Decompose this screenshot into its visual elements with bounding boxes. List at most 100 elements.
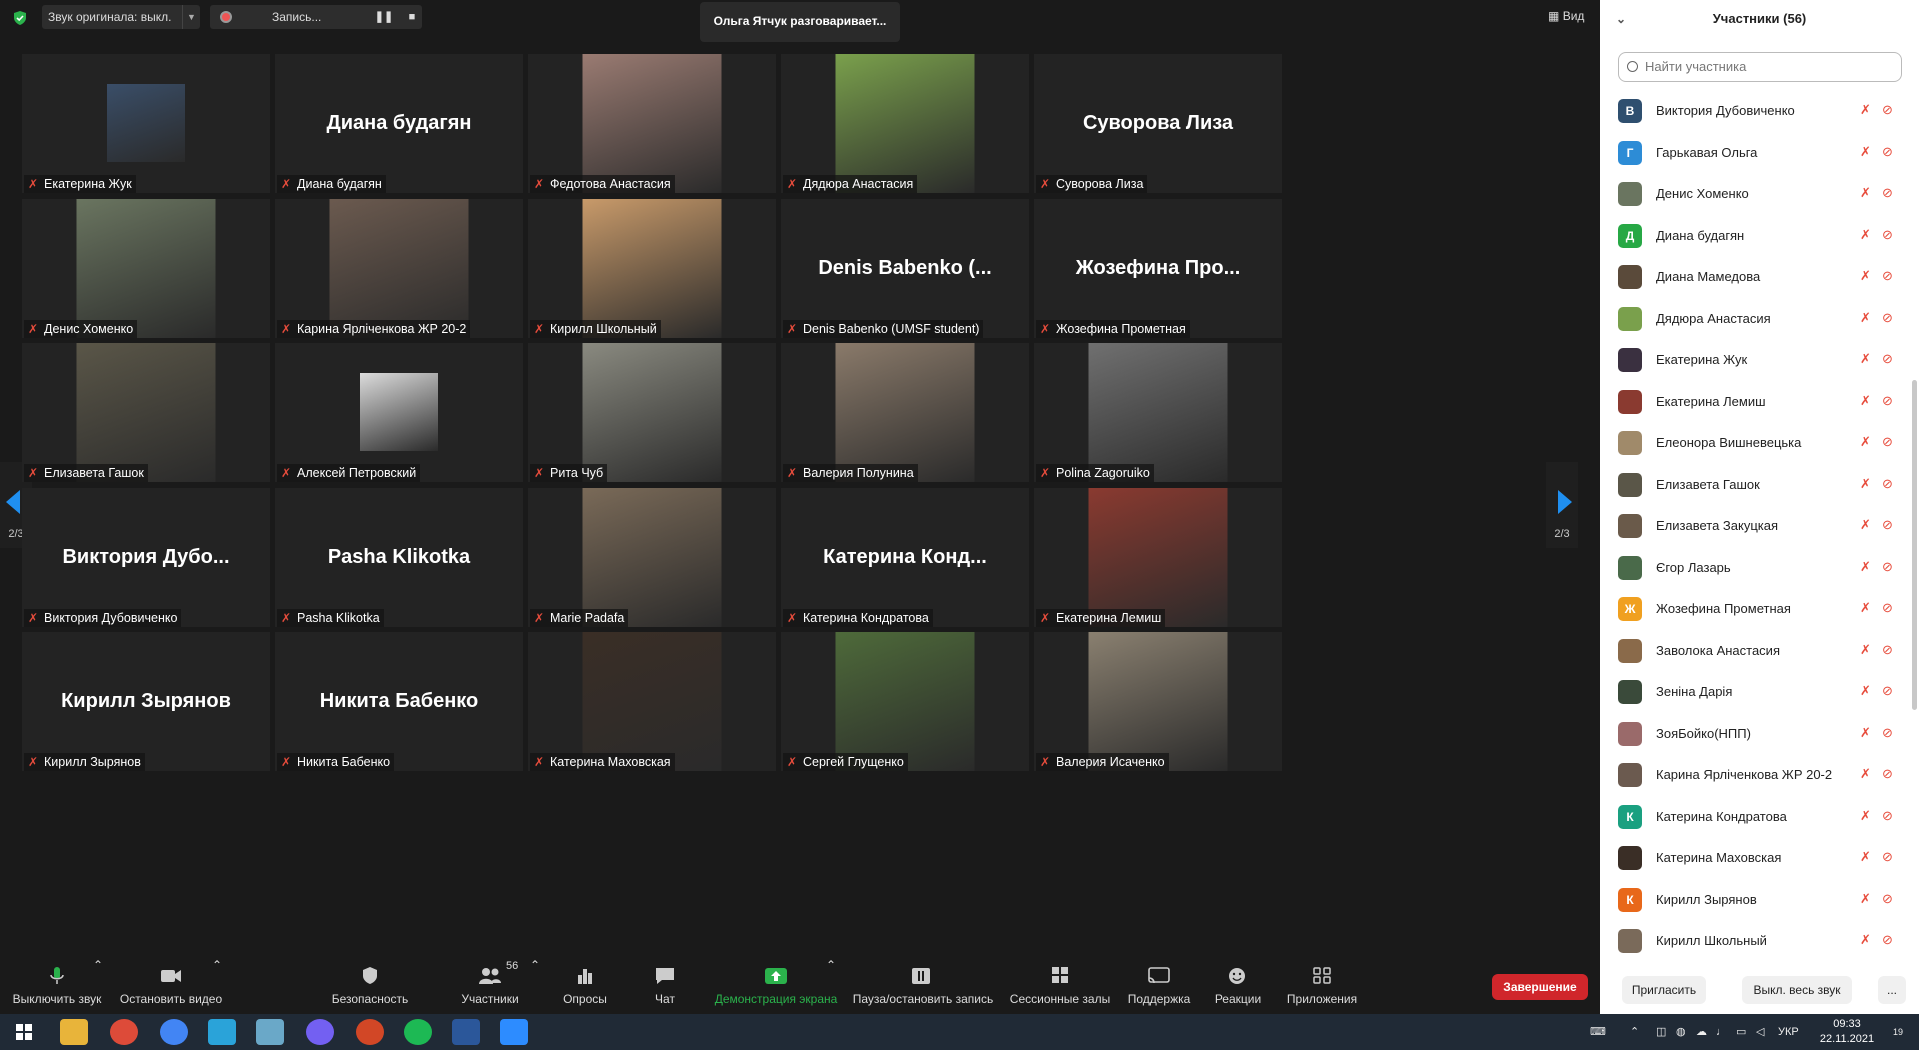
video-tile[interactable]: ✗ Карина Ярліченкова ЖР 20-2 (275, 199, 523, 338)
participant-list-scrollbar[interactable] (1912, 380, 1917, 710)
participant-list-item[interactable]: Дядюра Анастасия ✗ ⊘ (1600, 298, 1919, 339)
tray-app-icon[interactable]: ◫ (1656, 1014, 1670, 1050)
chevron-down-icon[interactable]: ⌄ (1616, 0, 1626, 38)
breakout-rooms-button[interactable]: Сессионные залы (1005, 958, 1115, 1010)
powerpoint-icon[interactable] (356, 1019, 384, 1045)
reactions-button[interactable]: Реакции (1208, 958, 1268, 1010)
video-tile[interactable]: Виктория Дубо... ✗ Виктория Дубовиченко (22, 488, 270, 627)
spotify-icon[interactable] (404, 1019, 432, 1045)
participant-search-input[interactable]: Найти участника (1618, 52, 1902, 82)
microphone-icon[interactable]: ♩ (1716, 1014, 1730, 1050)
video-tile[interactable]: ✗ Алексей Петровский (275, 343, 523, 482)
chevron-up-icon[interactable]: ⌃ (1630, 1014, 1644, 1050)
system-clock[interactable]: 09:33 22.11.2021 (1812, 1017, 1882, 1047)
video-tile[interactable]: Диана будагян ✗ Диана будагян (275, 54, 523, 193)
chevron-up-icon[interactable]: ⌃ (212, 958, 222, 1010)
participant-list-item[interactable]: В Виктория Дубовиченко ✗ ⊘ (1600, 90, 1919, 131)
file-explorer-icon[interactable] (60, 1019, 88, 1045)
participant-list-item[interactable]: Д Диана будагян ✗ ⊘ (1600, 215, 1919, 256)
keyboard-icon[interactable]: ⌨ (1590, 1014, 1610, 1050)
participant-list-item[interactable]: К Кирилл Зырянов ✗ ⊘ (1600, 879, 1919, 920)
participant-list-item[interactable]: Заволока Анастасия ✗ ⊘ (1600, 630, 1919, 671)
video-tile[interactable]: Pasha Klikotka ✗ Pasha Klikotka (275, 488, 523, 627)
video-tile[interactable]: ✗ Катерина Маховская (528, 632, 776, 771)
headset-icon[interactable]: ◍ (1676, 1014, 1690, 1050)
apps-button[interactable]: Приложения (1282, 958, 1362, 1010)
video-tile[interactable]: Суворова Лиза ✗ Суворова Лиза (1034, 54, 1282, 193)
telegram-icon[interactable] (208, 1019, 236, 1045)
participant-list-item[interactable]: ЗояБойко(НПП) ✗ ⊘ (1600, 713, 1919, 754)
video-tile[interactable]: ✗ Екатерина Жук (22, 54, 270, 193)
video-tile[interactable]: Жозефина Про... ✗ Жозефина Прометная (1034, 199, 1282, 338)
chevron-up-icon[interactable]: ⌃ (93, 958, 103, 1010)
participant-list-item[interactable]: Катерина Маховская ✗ ⊘ (1600, 837, 1919, 878)
video-tile[interactable]: ✗ Денис Хоменко (22, 199, 270, 338)
participants-button[interactable]: 56 Участники (440, 958, 540, 1010)
end-meeting-button[interactable]: Завершение (1492, 974, 1588, 1000)
security-button[interactable]: Безопасность (320, 958, 420, 1010)
video-tile[interactable]: ✗ Marie Padafa (528, 488, 776, 627)
video-tile[interactable]: Никита Бабенко ✗ Никита Бабенко (275, 632, 523, 771)
video-tile[interactable]: ✗ Валерия Полунина (781, 343, 1029, 482)
participant-list-item[interactable]: Елеонора Вишневецька ✗ ⊘ (1600, 422, 1919, 463)
chrome-icon[interactable] (110, 1019, 138, 1045)
participant-list-item[interactable]: Екатерина Жук ✗ ⊘ (1600, 339, 1919, 380)
battery-icon[interactable]: ▭ (1736, 1014, 1750, 1050)
pause-stop-recording-button[interactable]: Пауза/остановить запись (848, 958, 998, 1010)
windows-start-icon[interactable] (10, 1019, 38, 1045)
invite-button[interactable]: Пригласить (1622, 976, 1706, 1004)
video-tile[interactable]: ✗ Polina Zagoruiko (1034, 343, 1282, 482)
more-options-button[interactable]: ... (1878, 976, 1906, 1004)
participant-list[interactable]: В Виктория Дубовиченко ✗ ⊘ Г Гарькавая Ольга ✗… (1600, 90, 1919, 960)
participant-list-item[interactable]: К Катерина Кондратова ✗ ⊘ (1600, 796, 1919, 837)
video-tile[interactable]: Катерина Конд... ✗ Катерина Кондратова (781, 488, 1029, 627)
chevron-up-icon[interactable]: ⌃ (826, 958, 836, 1010)
notes-app-icon[interactable] (256, 1019, 284, 1045)
participant-list-item[interactable]: Г Гарькавая Ольга ✗ ⊘ (1600, 132, 1919, 173)
support-button[interactable]: Поддержка (1125, 958, 1193, 1010)
language-indicator[interactable]: УКР (1778, 1014, 1804, 1050)
participant-list-item[interactable]: Карина Ярліченкова ЖР 20-2 ✗ ⊘ (1600, 754, 1919, 795)
original-audio-toggle[interactable]: Звук оригинала: выкл. ▼ (42, 5, 200, 29)
viber-icon[interactable] (306, 1019, 334, 1045)
view-button[interactable]: ▦ Вид (1548, 9, 1584, 23)
word-icon[interactable] (452, 1019, 480, 1045)
participant-list-item[interactable]: Диана Мамедова ✗ ⊘ (1600, 256, 1919, 297)
muted-microphone-icon: ✗ (1040, 177, 1051, 191)
participant-list-item[interactable]: Кирилл Школьный ✗ ⊘ (1600, 920, 1919, 960)
chrome-icon[interactable] (160, 1019, 188, 1045)
chevron-down-icon[interactable]: ▼ (182, 5, 200, 29)
video-tile[interactable]: ✗ Кирилл Школьный (528, 199, 776, 338)
participant-list-item[interactable]: Екатерина Лемиш ✗ ⊘ (1600, 381, 1919, 422)
participant-list-item[interactable]: Елизавета Закуцкая ✗ ⊘ (1600, 505, 1919, 546)
video-tile[interactable]: Кирилл Зырянов ✗ Кирилл Зырянов (22, 632, 270, 771)
video-tile[interactable]: ✗ Екатерина Лемиш (1034, 488, 1282, 627)
cloud-icon[interactable]: ☁ (1696, 1014, 1710, 1050)
chat-button[interactable]: Чат (635, 958, 695, 1010)
stop-video-button[interactable]: Остановить видео (116, 958, 226, 1010)
video-tile[interactable]: ✗ Федотова Анастасия (528, 54, 776, 193)
chevron-up-icon[interactable]: ⌃ (530, 958, 540, 1010)
video-tile[interactable]: Denis Babenko (... ✗ Denis Babenko (UMSF s… (781, 199, 1029, 338)
notifications-icon[interactable]: 19 (1886, 1014, 1910, 1050)
pause-recording-button[interactable]: ❚❚ (372, 5, 396, 29)
polls-button[interactable]: Опросы (555, 958, 615, 1010)
participant-list-item[interactable]: Денис Хоменко ✗ ⊘ (1600, 173, 1919, 214)
video-tile[interactable]: ✗ Валерия Исаченко (1034, 632, 1282, 771)
participant-list-item[interactable]: Ж Жозефина Прометная ✗ ⊘ (1600, 588, 1919, 629)
video-tile[interactable]: ✗ Сергей Глущенко (781, 632, 1029, 771)
participant-list-item[interactable]: Єгор Лазарь ✗ ⊘ (1600, 547, 1919, 588)
video-tile[interactable]: ✗ Рита Чуб (528, 343, 776, 482)
participant-video (76, 343, 216, 482)
video-tile[interactable]: ✗ Дядюра Анастасия (781, 54, 1029, 193)
zoom-icon[interactable] (500, 1019, 528, 1045)
share-screen-button[interactable]: Демонстрация экрана (708, 958, 844, 1010)
avatar (1618, 680, 1642, 704)
participant-list-item[interactable]: Зеніна Дарія ✗ ⊘ (1600, 671, 1919, 712)
video-tile[interactable]: ✗ Елизавета Гашок (22, 343, 270, 482)
stop-recording-button[interactable]: ■ (400, 5, 424, 29)
participant-list-item[interactable]: Елизавета Гашок ✗ ⊘ (1600, 464, 1919, 505)
shield-icon[interactable] (12, 10, 28, 26)
mute-all-button[interactable]: Выкл. весь звук (1742, 976, 1852, 1004)
speaker-icon[interactable]: ◁ (1756, 1014, 1770, 1050)
